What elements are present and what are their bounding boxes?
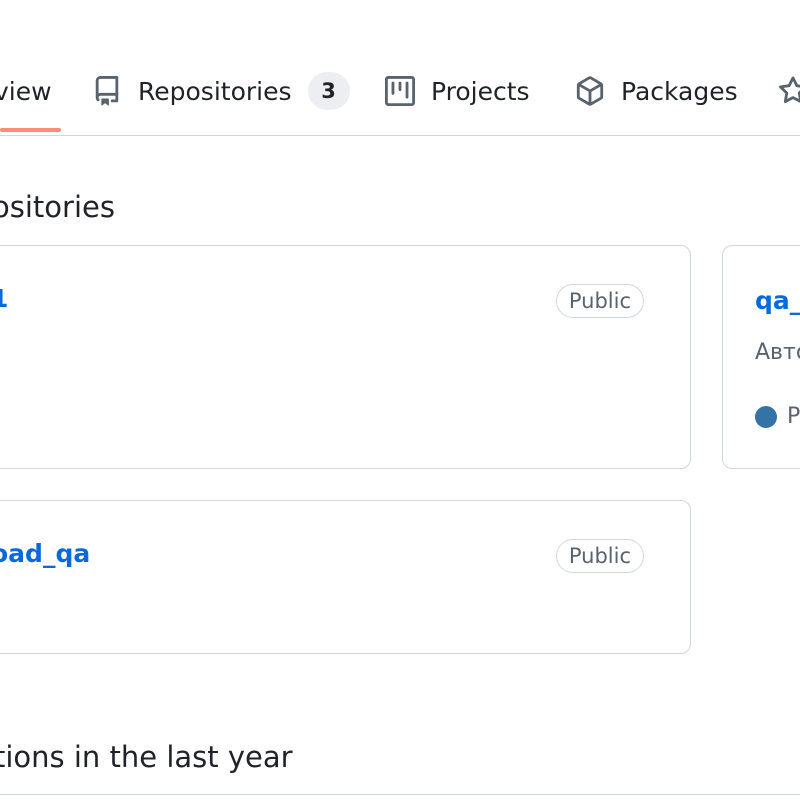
repo-name-link[interactable]: qa_ bbox=[755, 286, 800, 315]
repo-icon bbox=[95, 76, 119, 106]
tab-overview-label: view bbox=[0, 76, 52, 106]
divider bbox=[0, 794, 800, 795]
selected-tab-underline bbox=[0, 128, 61, 132]
tab-overview[interactable]: view bbox=[0, 60, 52, 122]
star-icon bbox=[779, 76, 800, 104]
tab-packages[interactable]: Packages bbox=[575, 60, 738, 122]
repositories-counter: 3 bbox=[307, 72, 350, 110]
pinned-repo-card: qa_ Авто Py bbox=[722, 245, 800, 469]
visibility-badge: Public bbox=[555, 284, 644, 318]
pinned-repo-card: 1 Public bbox=[0, 245, 691, 469]
repo-description: Авто bbox=[755, 340, 800, 365]
repo-name-link[interactable]: 1 bbox=[0, 284, 8, 313]
tab-repositories-label: Repositories bbox=[138, 76, 292, 106]
tab-packages-label: Packages bbox=[621, 76, 738, 106]
language-color-dot bbox=[755, 405, 777, 428]
project-icon bbox=[385, 76, 415, 106]
repo-language: Py bbox=[755, 404, 800, 429]
tab-stars[interactable] bbox=[778, 60, 800, 122]
visibility-badge: Public bbox=[555, 539, 644, 573]
tab-repositories[interactable]: Repositories 3 bbox=[92, 60, 350, 122]
tab-projects[interactable]: Projects bbox=[385, 60, 530, 122]
tab-projects-label: Projects bbox=[431, 76, 530, 106]
pinned-repositories-title: ositories bbox=[0, 190, 115, 224]
repo-name-link[interactable]: oad_qa bbox=[0, 539, 90, 568]
pinned-repo-card: oad_qa Public bbox=[0, 500, 691, 654]
profile-page: view Repositories 3 Projects Packages os… bbox=[0, 0, 800, 800]
profile-tabnav: view Repositories 3 Projects Packages bbox=[0, 0, 800, 136]
language-name: Py bbox=[787, 404, 800, 429]
contributions-title: tions in the last year bbox=[0, 740, 293, 774]
package-icon bbox=[576, 76, 604, 106]
